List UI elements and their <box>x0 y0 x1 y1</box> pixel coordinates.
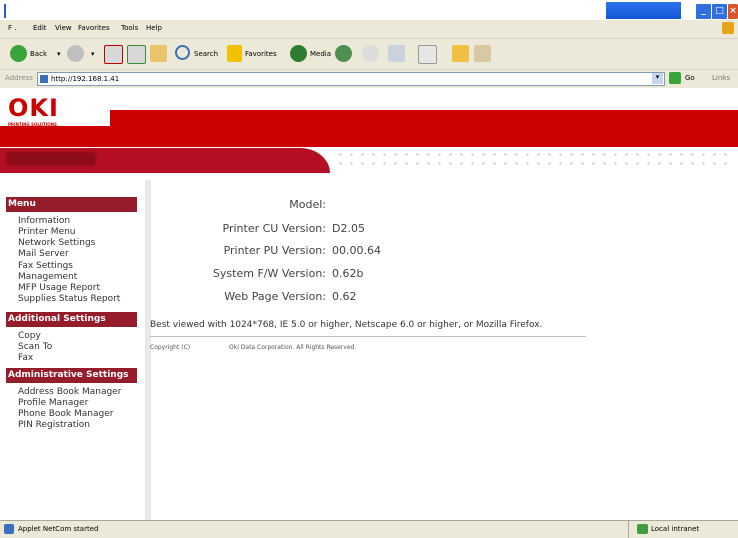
sidebar-item-profile-manager[interactable]: Profile Manager <box>18 398 88 409</box>
address-label: Address <box>5 74 33 82</box>
sidebar-item-printer-menu[interactable]: Printer Menu <box>18 227 76 238</box>
administrative-settings-header: Administrative Settings <box>6 368 137 383</box>
menu-edit[interactable]: Edit <box>33 24 47 32</box>
intranet-icon <box>637 524 648 534</box>
menu-bar: F . Edit View Favorites Tools Help <box>0 20 738 39</box>
sidebar: Menu Information Printer Menu Network Se… <box>6 180 151 520</box>
media-button[interactable]: Media <box>310 50 331 58</box>
oki-logo: OKI <box>8 94 59 122</box>
forward-dropdown-icon[interactable]: ▾ <box>91 50 95 58</box>
minimize-icon[interactable]: _ <box>695 3 712 20</box>
printer-pu-version-value: 00.00.64 <box>332 244 381 257</box>
printer-cu-version-value: D2.05 <box>332 222 365 235</box>
edit-page-icon[interactable] <box>418 45 437 64</box>
additional-settings-header: Additional Settings <box>6 312 137 327</box>
folder-icon[interactable] <box>452 45 469 62</box>
forward-arrow-icon[interactable] <box>67 45 84 62</box>
banner-title-blur <box>6 152 96 166</box>
close-icon[interactable]: × <box>727 3 738 20</box>
title-banner <box>0 148 330 173</box>
printer-cu-version-label: Printer CU Version: <box>222 222 326 235</box>
sidebar-item-management[interactable]: Management <box>18 272 77 283</box>
web-page-version-label: Web Page Version: <box>224 290 326 303</box>
sidebar-item-copy[interactable]: Copy <box>18 331 41 342</box>
title-caret <box>4 4 6 18</box>
search-button[interactable]: Search <box>194 50 218 58</box>
address-dropdown-icon[interactable]: ▾ <box>652 73 663 84</box>
back-dropdown-icon[interactable]: ▾ <box>57 50 61 58</box>
messenger-icon[interactable] <box>474 45 491 62</box>
title-blue-area <box>606 2 681 19</box>
menu-section-header: Menu <box>6 197 137 212</box>
status-divider <box>628 521 629 538</box>
back-arrow-icon[interactable] <box>10 45 27 62</box>
sidebar-item-phone-book-manager[interactable]: Phone Book Manager <box>18 409 113 420</box>
printer-pu-version-label: Printer PU Version: <box>223 244 326 257</box>
address-bar: Address http://192.168.1.41 ▾ Go Links <box>0 69 738 89</box>
browser-toolbar: Back ▾ ▾ Search Favorites Media <box>0 39 738 69</box>
copyright-label: Copyright (C) <box>150 344 191 351</box>
sidebar-item-address-book-manager[interactable]: Address Book Manager <box>18 387 121 398</box>
sidebar-item-mail-server[interactable]: Mail Server <box>18 249 69 260</box>
applet-icon <box>4 524 14 534</box>
sidebar-item-pin-registration[interactable]: PIN Registration <box>18 420 90 431</box>
history-icon[interactable] <box>335 45 352 62</box>
favorites-star-icon[interactable] <box>227 45 242 62</box>
system-fw-version-label: System F/W Version: <box>212 267 326 280</box>
best-viewed-note: Best viewed with 1024*768, IE 5.0 or hig… <box>150 320 543 330</box>
sidebar-item-fax[interactable]: Fax <box>18 353 33 364</box>
mail-icon[interactable] <box>362 45 379 62</box>
sidebar-item-mfp-usage-report[interactable]: MFP Usage Report <box>18 283 100 294</box>
dot-pattern <box>335 150 735 170</box>
sidebar-item-information[interactable]: Information <box>18 216 70 227</box>
header-white-area <box>0 88 738 110</box>
system-fw-version-value: 0.62b <box>332 267 364 280</box>
refresh-icon[interactable] <box>127 45 146 64</box>
go-button[interactable]: Go <box>685 74 695 82</box>
sidebar-item-network-settings[interactable]: Network Settings <box>18 238 95 249</box>
sidebar-item-scan-to[interactable]: Scan To <box>18 342 52 353</box>
sidebar-item-fax-settings[interactable]: Fax Settings <box>18 261 73 272</box>
search-icon[interactable] <box>175 45 190 60</box>
stop-icon[interactable] <box>104 45 123 64</box>
header-red-band <box>0 110 738 147</box>
model-label: Model: <box>289 198 326 211</box>
menu-tools[interactable]: Tools <box>121 24 138 32</box>
favorites-button[interactable]: Favorites <box>245 50 277 58</box>
media-icon[interactable] <box>290 45 307 62</box>
copyright-holder: Oki Data Corporation. All Rights Reserve… <box>229 344 357 351</box>
page-icon <box>40 75 48 83</box>
web-page-version-value: 0.62 <box>332 290 357 303</box>
footer-divider <box>150 336 586 337</box>
status-text: Applet NetCom started <box>18 525 99 533</box>
menu-favorites[interactable]: Favorites <box>78 24 110 32</box>
address-url: http://192.168.1.41 <box>51 75 120 83</box>
menu-view[interactable]: View <box>55 24 72 32</box>
go-arrow-icon[interactable] <box>669 72 681 84</box>
sidebar-item-supplies-status-report[interactable]: Supplies Status Report <box>18 294 120 305</box>
links-button[interactable]: Links <box>712 74 730 82</box>
print-icon[interactable] <box>388 45 405 62</box>
menu-help[interactable]: Help <box>146 24 162 32</box>
window-title-bar: _ □ × <box>0 0 738 20</box>
windows-flag-icon <box>722 22 734 34</box>
page-content: OKI PRINTING SOLUTIONS Menu Information … <box>0 88 738 520</box>
home-icon[interactable] <box>150 45 167 62</box>
oki-tagline: PRINTING SOLUTIONS <box>8 122 57 127</box>
status-bar: Applet NetCom started Local intranet <box>0 520 738 538</box>
back-button[interactable]: Back <box>30 50 47 58</box>
maximize-icon[interactable]: □ <box>711 3 728 20</box>
address-input[interactable]: http://192.168.1.41 ▾ <box>37 72 665 86</box>
zone-label: Local intranet <box>651 525 700 533</box>
menu-file[interactable]: F . <box>8 24 16 32</box>
